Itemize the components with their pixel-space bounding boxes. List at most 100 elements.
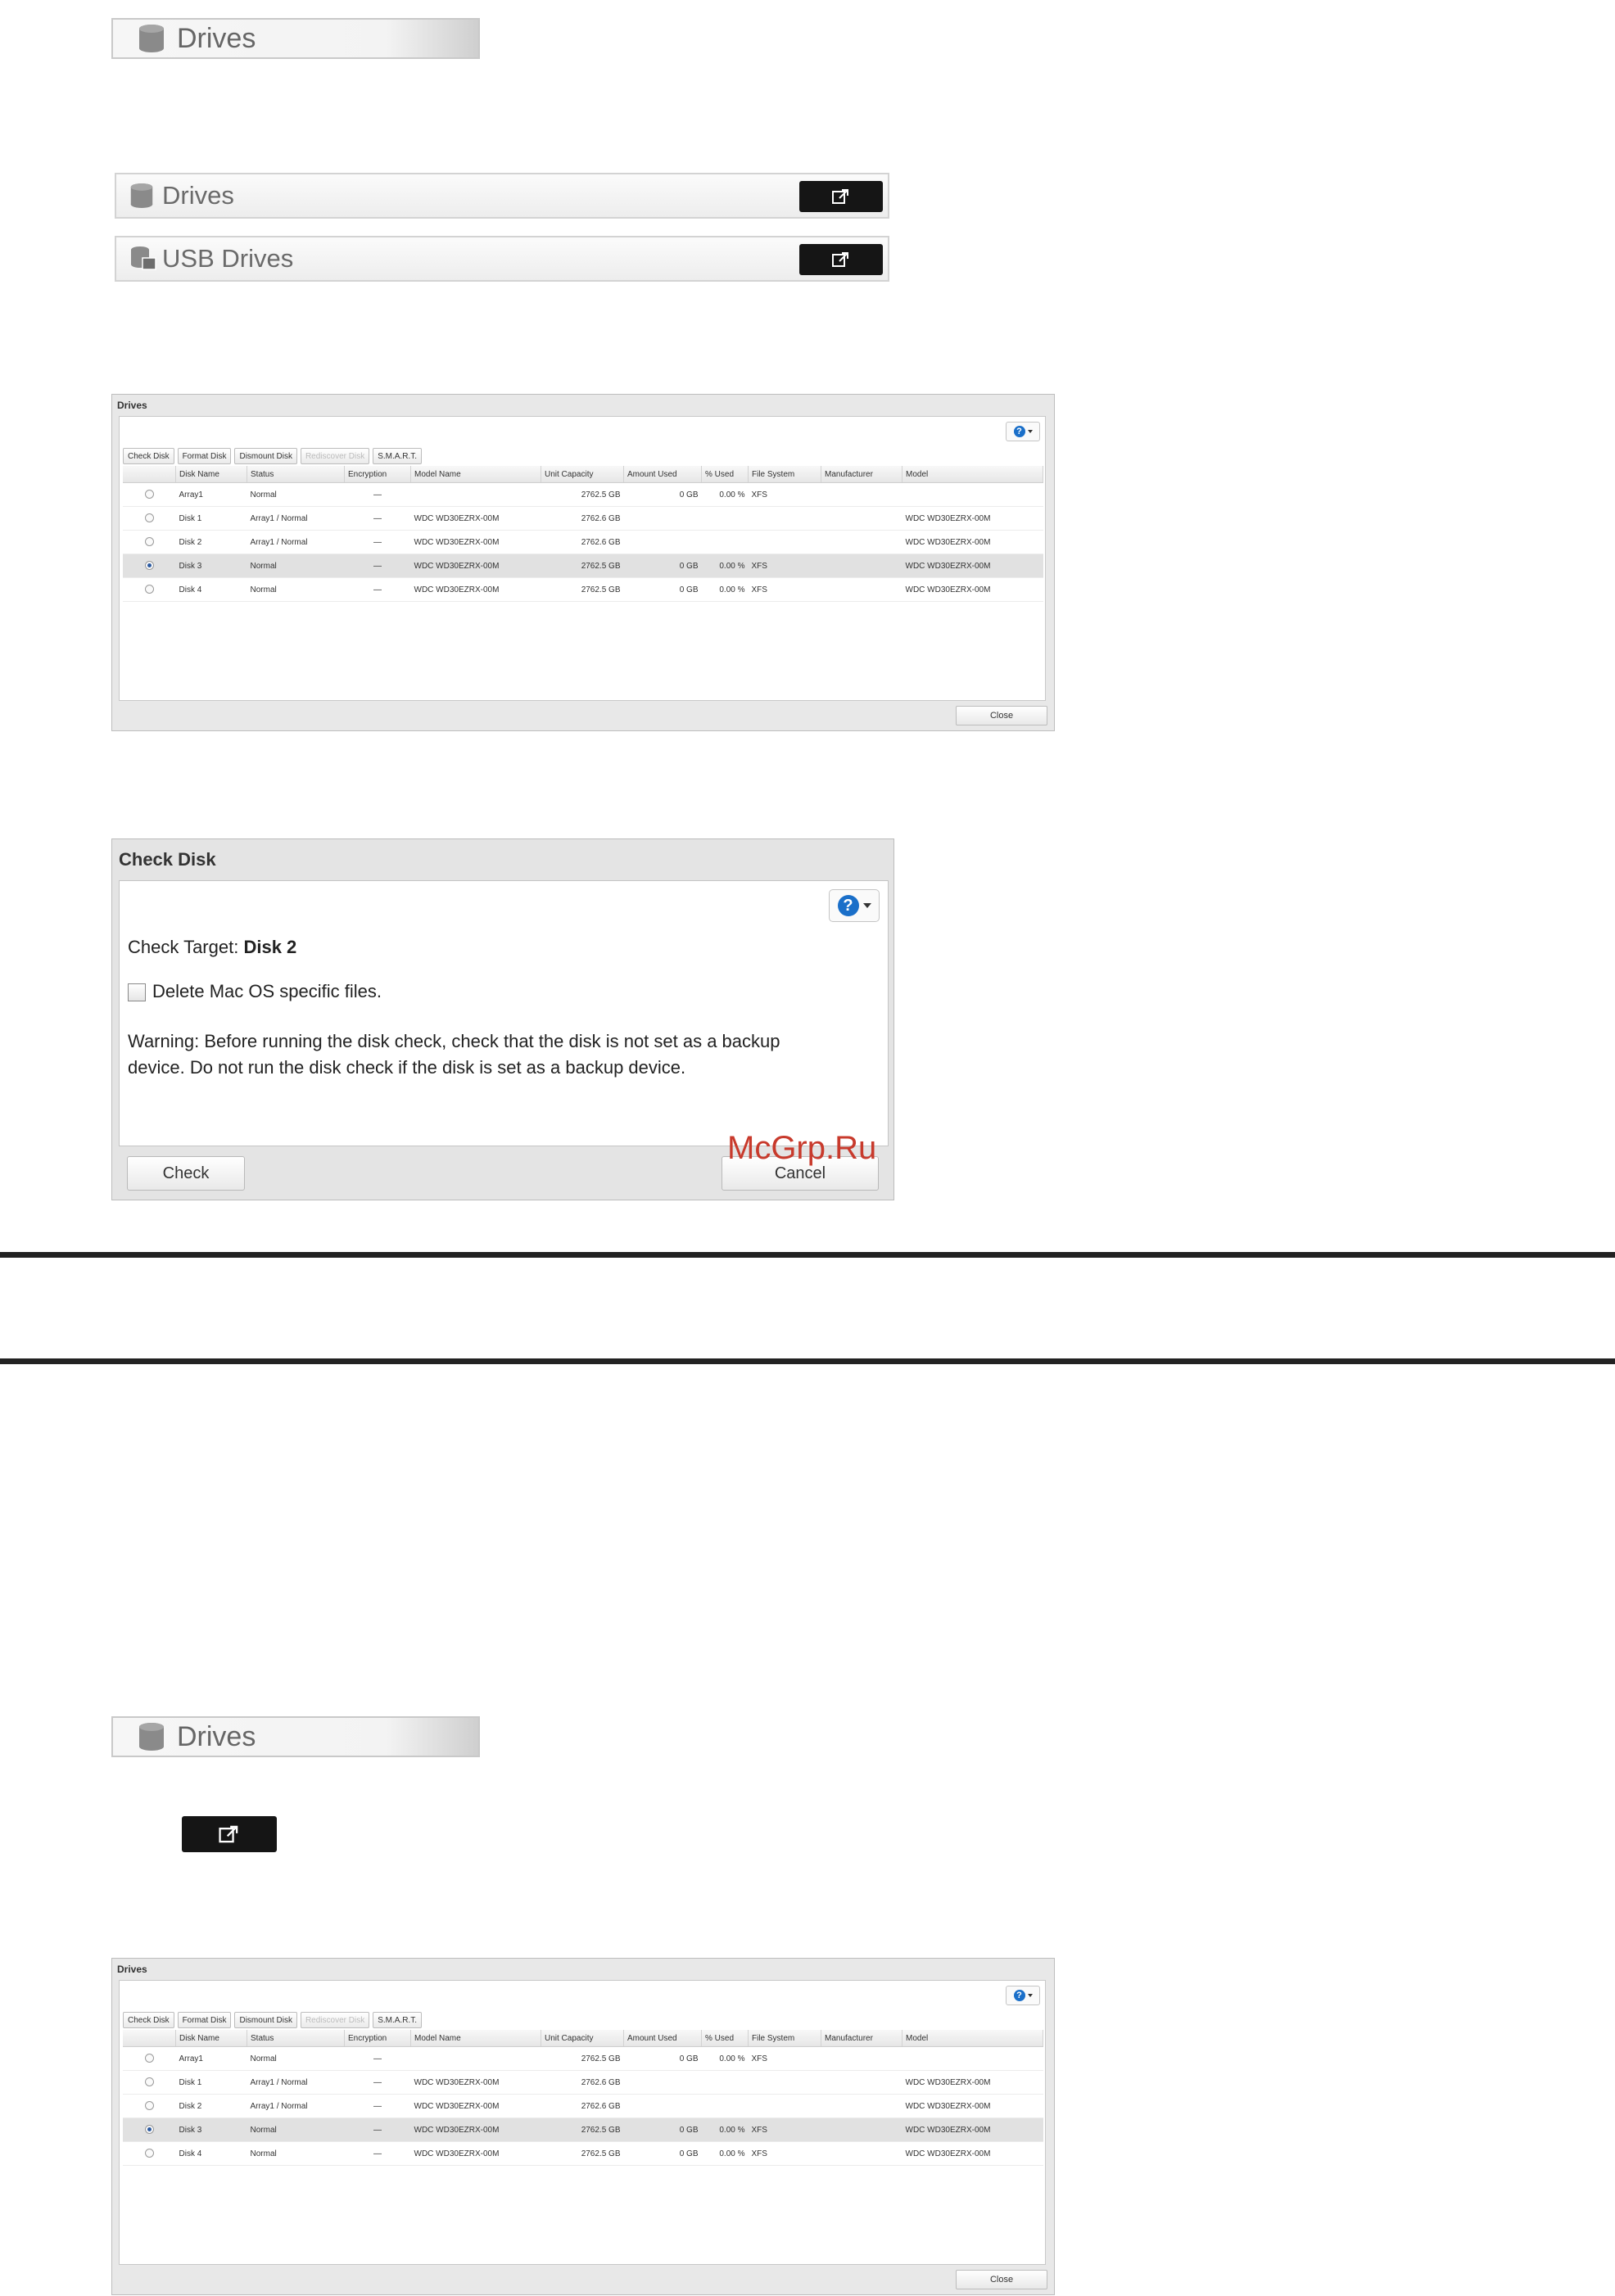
close-button[interactable]: Close [956,706,1047,725]
column-header[interactable]: Status [247,2030,345,2047]
drives-menu-item[interactable]: Drives [111,1716,480,1757]
external-link-icon [832,252,848,267]
dismount-disk-button[interactable]: Dismount Disk [234,448,297,464]
column-header[interactable]: Encryption [344,2030,411,2047]
drives-menu-item[interactable]: Drives [111,18,480,59]
database-icon [138,24,165,53]
help-button[interactable]: ? [829,889,880,922]
table-row[interactable]: Array1 Normal — 2762.5 GB 0 GB 0.00 % XFS [123,482,1043,507]
open-drives-button[interactable] [799,181,883,212]
column-header[interactable]: Model [902,466,1043,483]
row-select-radio[interactable] [144,2101,154,2111]
drives-table: Disk Name Status Encryption Model Name U… [123,2030,1043,2166]
rediscover-disk-button[interactable]: Rediscover Disk [300,448,370,464]
row-select-radio[interactable] [144,2077,154,2087]
column-header[interactable]: File System [748,2030,821,2047]
open-usb-drives-button[interactable] [799,244,883,275]
smart-button[interactable]: S.M.A.R.T. [373,448,422,464]
column-header[interactable]: % Used [701,2030,749,2047]
amount-used-cell [623,506,702,531]
column-header[interactable]: Unit Capacity [541,2030,624,2047]
check-button[interactable]: Check [127,1156,245,1191]
row-select-radio[interactable] [144,2125,154,2135]
column-header[interactable]: Unit Capacity [541,466,624,483]
manufacturer-cell [821,577,902,602]
delete-mac-files-option[interactable]: Delete Mac OS specific files. [128,981,382,1002]
warning-line: device. Do not run the disk check if the… [128,1057,686,1078]
file-system-cell: XFS [748,2117,821,2142]
check-disk-button[interactable]: Check Disk [123,2012,174,2028]
drives-toolbar: Check Disk Format Disk Dismount Disk Red… [123,2012,422,2028]
file-system-cell [748,506,821,531]
table-row[interactable]: Disk 3 Normal — WDC WD30EZRX-00M 2762.5 GB 0 … [123,2117,1043,2142]
column-header[interactable]: Disk Name [175,2030,247,2047]
capacity-cell: 2762.6 GB [541,530,624,554]
column-header[interactable]: Amount Used [623,2030,702,2047]
column-header[interactable]: Manufacturer [821,2030,902,2047]
table-row[interactable]: Disk 1 Array1 / Normal — WDC WD30EZRX-00M 27… [123,506,1043,531]
model-cell: WDC WD30EZRX-00M [902,2094,1043,2118]
table-row[interactable]: Array1 Normal — 2762.5 GB 0 GB 0.00 % XFS [123,2046,1043,2071]
help-button[interactable]: ? [1006,1986,1040,2005]
column-header[interactable]: Manufacturer [821,466,902,483]
status-cell: Normal [247,554,345,578]
row-select-radio[interactable] [144,537,154,547]
caret-down-icon [1027,1994,1033,1997]
row-select-radio[interactable] [144,585,154,594]
column-header[interactable]: Disk Name [175,466,247,483]
format-disk-button[interactable]: Format Disk [177,2012,232,2028]
open-drives-button[interactable] [182,1816,277,1852]
table-row[interactable]: Disk 2 Array1 / Normal — WDC WD30EZRX-00M 27… [123,530,1043,554]
model-cell: WDC WD30EZRX-00M [902,2070,1043,2095]
drives-toolbar: Check Disk Format Disk Dismount Disk Red… [123,448,422,464]
percent-used-cell: 0.00 % [701,577,749,602]
row-select-radio[interactable] [144,561,154,571]
check-disk-button[interactable]: Check Disk [123,448,174,464]
column-header[interactable]: Model Name [410,466,541,483]
table-row[interactable]: Disk 1 Array1 / Normal — WDC WD30EZRX-00M 27… [123,2070,1043,2095]
format-disk-button[interactable]: Format Disk [177,448,232,464]
capacity-cell: 2762.6 GB [541,2094,624,2118]
help-icon: ? [1013,426,1025,437]
delete-mac-files-checkbox[interactable] [128,983,146,1002]
file-system-cell [748,2070,821,2095]
disk-name-cell: Array1 [175,482,247,507]
help-button[interactable]: ? [1006,422,1040,441]
capacity-cell: 2762.5 GB [541,554,624,578]
close-button[interactable]: Close [956,2270,1047,2289]
column-header[interactable]: Model Name [410,2030,541,2047]
dialog-body: ? Check Target: Disk 2 Delete Mac OS spe… [119,880,889,1146]
disk-name-cell: Disk 1 [175,506,247,531]
drives-table: Disk Name Status Encryption Model Name U… [123,466,1043,602]
percent-used-cell [701,506,749,531]
percent-used-cell [701,2094,749,2118]
amount-used-cell: 0 GB [623,577,702,602]
table-row[interactable]: Disk 3 Normal — WDC WD30EZRX-00M 2762.5 GB 0 … [123,554,1043,578]
column-header[interactable]: Encryption [344,466,411,483]
row-select-radio[interactable] [144,490,154,499]
model-name-cell: WDC WD30EZRX-00M [410,2117,541,2142]
database-icon [138,1722,165,1751]
status-cell: Normal [247,2141,345,2166]
column-header[interactable]: Model [902,2030,1043,2047]
smart-button[interactable]: S.M.A.R.T. [373,2012,422,2028]
column-header[interactable]: Status [247,466,345,483]
file-system-cell: XFS [748,554,821,578]
encryption-cell: — [344,482,411,507]
status-cell: Array1 / Normal [247,530,345,554]
model-cell: WDC WD30EZRX-00M [902,530,1043,554]
encryption-cell: — [344,2141,411,2166]
table-row[interactable]: Disk 4 Normal — WDC WD30EZRX-00M 2762.5 GB 0 … [123,2141,1043,2166]
column-header[interactable]: % Used [701,466,749,483]
table-row[interactable]: Disk 4 Normal — WDC WD30EZRX-00M 2762.5 GB 0 … [123,577,1043,602]
dismount-disk-button[interactable]: Dismount Disk [234,2012,297,2028]
table-row[interactable]: Disk 2 Array1 / Normal — WDC WD30EZRX-00M 27… [123,2094,1043,2118]
row-select-radio[interactable] [144,2054,154,2063]
drives-bar: Drives [115,173,889,219]
rediscover-disk-button[interactable]: Rediscover Disk [300,2012,370,2028]
row-select-radio[interactable] [144,2149,154,2158]
file-system-cell: XFS [748,482,821,507]
column-header[interactable]: Amount Used [623,466,702,483]
column-header[interactable]: File System [748,466,821,483]
row-select-radio[interactable] [144,513,154,523]
